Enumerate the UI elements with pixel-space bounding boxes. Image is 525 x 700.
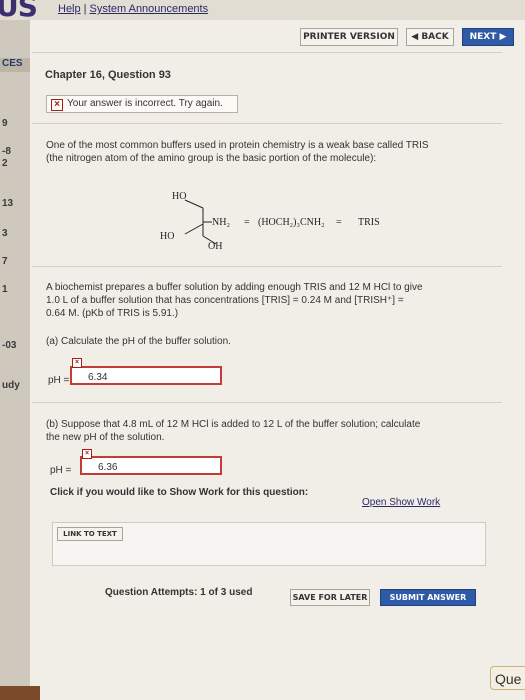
question-attempts: Question Attempts: 1 of 3 used (105, 587, 253, 598)
structure-ho-left: HO (160, 231, 175, 242)
sidebar-item[interactable]: 13 (2, 198, 13, 209)
part-b-line: the new pH of the solution. (46, 432, 165, 443)
divider (32, 266, 502, 267)
part-b-text: (b) Suppose that 4.8 mL of 12 M HCl is a… (46, 418, 496, 444)
structure-nh2: NH₂ (212, 217, 230, 228)
problem-line: 0.64 M. (pKb of TRIS is 5.91.) (46, 308, 179, 319)
part-b-error-flag-icon: × (82, 449, 92, 459)
system-announcements-link[interactable]: System Announcements (89, 3, 208, 15)
sidebar-item[interactable]: 9 (2, 118, 8, 129)
sidebar-item[interactable]: 2 (2, 158, 8, 169)
intro-text: One of the most common buffers used in p… (46, 139, 496, 165)
back-button[interactable]: ◀ BACK (406, 28, 454, 46)
part-a-text: (a) Calculate the pH of the buffer solut… (46, 336, 231, 347)
link-separator: | (83, 3, 87, 15)
tris-structure: HO NH₂ = (HOCH₂)₃CNH₂ = TRIS HO OH (150, 186, 450, 256)
sidebar-item[interactable]: 7 (2, 256, 8, 267)
structure-formula: (HOCH₂)₃CNH₂ (258, 217, 325, 228)
intro-line: One of the most common buffers used in p… (46, 140, 429, 151)
header-links: Help | System Announcements (58, 3, 208, 15)
structure-name: TRIS (358, 217, 380, 228)
open-show-work-link[interactable]: Open Show Work (362, 497, 440, 508)
divider (32, 123, 502, 124)
link-to-text-button[interactable]: LINK TO TEXT (57, 527, 123, 541)
incorrect-message: Your answer is incorrect. Try again. (67, 98, 223, 109)
part-b-line: (b) Suppose that 4.8 mL of 12 M HCl is a… (46, 419, 421, 430)
sidebar-item[interactable]: -03 (2, 340, 16, 351)
submit-answer-button[interactable]: SUBMIT ANSWER (380, 589, 476, 606)
next-button[interactable]: NEXT ▶ (462, 28, 514, 46)
part-a-error-flag-icon: × (72, 358, 82, 368)
question-title: Chapter 16, Question 93 (45, 69, 171, 81)
show-work-prompt: Click if you would like to Show Work for… (50, 487, 309, 498)
sidebar-item[interactable]: -8 (2, 146, 11, 157)
question-help-button[interactable]: Que (490, 666, 525, 690)
divider (32, 402, 502, 403)
sidebar-section-label: CES (0, 58, 30, 72)
structure-oh: OH (208, 241, 223, 252)
part-b-label: pH = (50, 465, 72, 476)
sidebar-item[interactable]: 3 (2, 228, 8, 239)
help-link[interactable]: Help (58, 3, 81, 15)
incorrect-x-icon: × (51, 99, 63, 111)
printer-version-button[interactable]: PRINTER VERSION (300, 28, 398, 46)
problem-text: A biochemist prepares a buffer solution … (46, 281, 496, 320)
bottom-strip (0, 686, 40, 700)
part-b-answer-input[interactable]: 6.36 (80, 456, 222, 475)
structure-equals: = (244, 217, 250, 228)
save-for-later-button[interactable]: SAVE FOR LATER (290, 589, 370, 606)
problem-line: A biochemist prepares a buffer solution … (46, 282, 423, 293)
incorrect-banner: × Your answer is incorrect. Try again. (46, 95, 238, 113)
sidebar-item[interactable]: 1 (2, 284, 8, 295)
intro-line: (the nitrogen atom of the amino group is… (46, 153, 377, 164)
problem-line: 1.0 L of a buffer solution that has conc… (46, 295, 404, 306)
structure-equals: = (336, 217, 342, 228)
sidebar-item[interactable]: udy (2, 380, 20, 391)
divider (32, 52, 502, 53)
part-a-label: pH = (48, 375, 70, 386)
part-a-answer-input[interactable]: 6.34 (70, 366, 222, 385)
structure-ho-top: HO (172, 191, 187, 202)
